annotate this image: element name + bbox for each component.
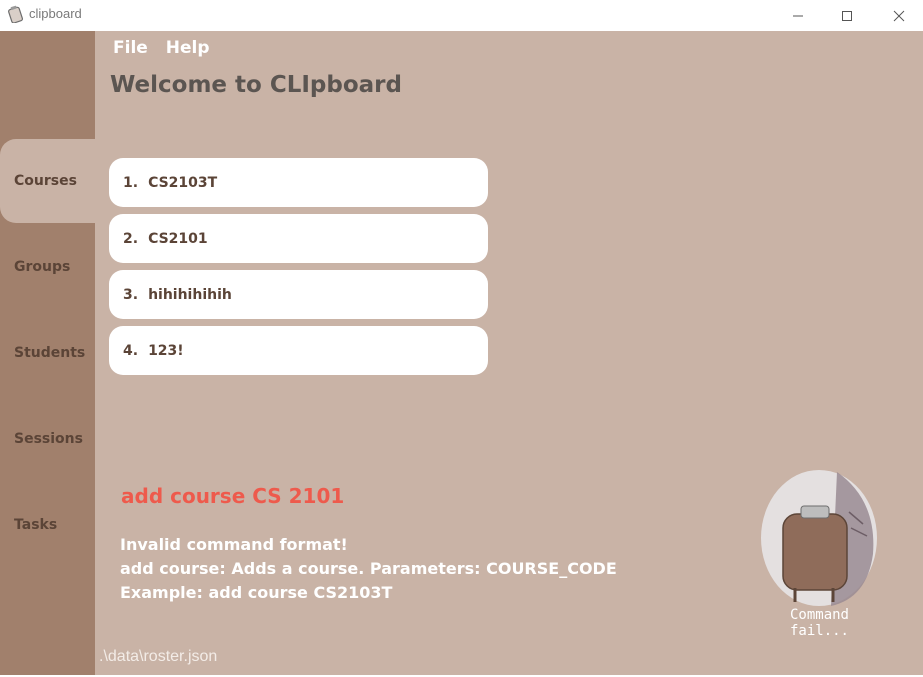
result-line: add course: Adds a course. Parameters: C…	[120, 559, 617, 578]
sidebar-item-label: Groups	[14, 259, 71, 275]
course-code: 123!	[148, 342, 184, 359]
result-line: Example: add course CS2103T	[120, 583, 393, 602]
course-index: 4.	[123, 342, 139, 359]
sidebar-item-groups[interactable]: Groups	[0, 225, 95, 309]
list-item[interactable]: 2. CS2101	[109, 214, 488, 263]
main-panel: File Help Welcome to CLIpboard 1. CS2103…	[95, 31, 923, 675]
course-index: 3.	[123, 286, 139, 303]
sidebar-item-label: Courses	[14, 173, 77, 189]
menu-file[interactable]: File	[113, 38, 148, 58]
sidebar-item-label: Sessions	[14, 431, 83, 447]
sidebar: Courses Groups Students Sessions Tasks	[0, 31, 110, 675]
sidebar-item-courses[interactable]: Courses	[0, 139, 110, 223]
clipboard-mascot-icon	[761, 470, 877, 606]
list-item[interactable]: 1. CS2103T	[109, 158, 488, 207]
maximize-icon	[842, 10, 852, 21]
course-index: 2.	[123, 230, 139, 247]
list-item[interactable]: 3. hihihihihih	[109, 270, 488, 319]
sidebar-item-label: Tasks	[14, 517, 58, 533]
sidebar-item-tasks[interactable]: Tasks	[0, 483, 95, 567]
clipboard-icon	[8, 5, 23, 23]
menu-help[interactable]: Help	[166, 38, 210, 58]
command-echo: add course CS 2101	[121, 484, 345, 508]
title-bar: clipboard	[0, 0, 923, 31]
course-code: CS2101	[148, 230, 208, 247]
menu-bar: File Help	[113, 38, 210, 58]
close-button[interactable]	[876, 0, 922, 31]
course-code: hihihihihih	[148, 286, 232, 303]
mascot-caption: Command fail...	[789, 607, 849, 639]
sidebar-item-sessions[interactable]: Sessions	[0, 397, 95, 481]
result-display: Invalid command format! add course: Adds…	[120, 533, 617, 605]
sidebar-item-label: Students	[14, 345, 86, 361]
result-line: Invalid command format!	[120, 535, 348, 554]
close-icon	[893, 10, 905, 21]
course-code: CS2103T	[148, 174, 218, 191]
maximize-button[interactable]	[824, 0, 870, 31]
page-title: Welcome to CLIpboard	[110, 72, 402, 98]
sidebar-item-students[interactable]: Students	[0, 311, 95, 395]
minimize-icon	[793, 15, 803, 16]
list-item[interactable]: 4. 123!	[109, 326, 488, 375]
course-index: 1.	[123, 174, 139, 191]
status-file-path: .\data\roster.json	[99, 648, 218, 665]
window-title: clipboard	[29, 6, 82, 21]
course-list: 1. CS2103T 2. CS2101 3. hihihihihih 4. 1…	[109, 158, 488, 382]
minimize-button[interactable]	[775, 0, 821, 31]
